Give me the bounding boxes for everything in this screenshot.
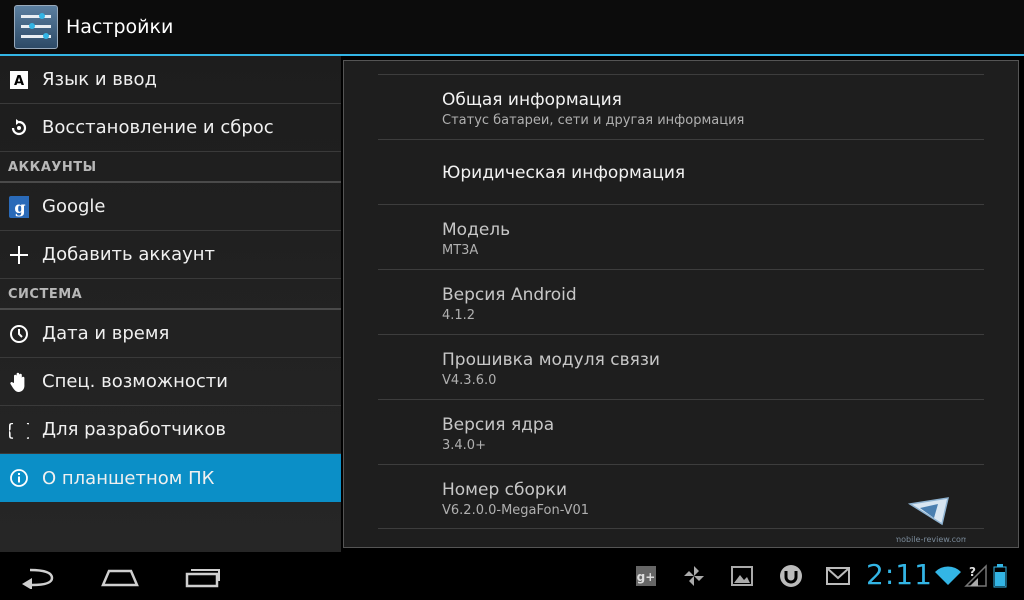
about-tablet-panel: Общая информация Статус батареи, сети и … <box>343 60 1019 548</box>
keyboard-a-icon: A <box>9 70 29 90</box>
svg-text:?: ? <box>969 565 976 579</box>
item-title: Модель <box>442 220 511 240</box>
recent-apps-icon[interactable] <box>172 560 228 594</box>
item-title: Общая информация <box>442 90 622 110</box>
google-plus-icon[interactable]: g+ <box>634 564 658 588</box>
settings-category-list: A Язык и ввод Восстановление и сброс АКК… <box>0 56 341 552</box>
sidebar-item-label: Язык и ввод <box>42 69 157 90</box>
back-icon[interactable] <box>12 560 68 594</box>
sidebar-item-backup-reset[interactable]: Восстановление и сброс <box>0 104 341 152</box>
action-bar: Настройки <box>0 0 1024 56</box>
section-header-system: СИСТЕМА <box>0 279 341 310</box>
status-info-item[interactable]: Общая информация Статус батареи, сети и … <box>378 74 984 139</box>
sidebar-item-accessibility[interactable]: Спец. возможности <box>0 358 341 406</box>
legal-info-item[interactable]: Юридическая информация <box>378 139 984 204</box>
item-summary: 3.4.0+ <box>442 438 486 453</box>
item-summary: 4.1.2 <box>442 308 476 323</box>
sidebar-item-label: Добавить аккаунт <box>42 244 216 265</box>
sidebar-item-developer-options[interactable]: { } Для разработчиков <box>0 406 341 454</box>
clock-icon <box>9 324 29 344</box>
gmail-icon[interactable] <box>826 564 850 588</box>
item-title: Версия ядра <box>442 415 555 435</box>
wifi-icon <box>934 564 962 588</box>
system-bar: g+ 2:11 ? <box>0 552 1024 600</box>
sidebar-item-label: Для разработчиков <box>42 419 227 440</box>
sidebar-item-label: Дата и время <box>42 323 170 344</box>
svg-text:g+: g+ <box>637 570 656 584</box>
svg-text:{ }: { } <box>9 421 29 441</box>
braces-icon: { } <box>9 420 29 441</box>
sidebar-item-label: О планшетном ПК <box>42 467 215 489</box>
item-summary: MT3A <box>442 243 479 258</box>
sidebar-item-add-account[interactable]: Добавить аккаунт <box>0 231 341 279</box>
android-version-item[interactable]: Версия Android 4.1.2 <box>378 269 984 334</box>
sidebar-item-label: Восстановление и сброс <box>42 117 274 138</box>
model-item: Модель MT3A <box>378 204 984 269</box>
sidebar-item-google[interactable]: g Google <box>0 183 341 231</box>
clock[interactable]: 2:11 <box>866 558 933 591</box>
item-title: Версия Android <box>442 285 577 305</box>
item-summary: V4.3.6.0 <box>442 373 497 388</box>
item-title: Юридическая информация <box>442 163 686 183</box>
svg-text:g: g <box>14 198 25 217</box>
item-summary: Статус батареи, сети и другая информация <box>442 113 745 128</box>
settings-sliders-icon[interactable] <box>14 5 58 49</box>
plus-icon <box>9 245 29 265</box>
baseband-version-item: Прошивка модуля связи V4.3.6.0 <box>378 334 984 399</box>
sidebar-item-date-time[interactable]: Дата и время <box>0 310 341 358</box>
watermark-logo: mobile-review.com <box>893 494 969 546</box>
kernel-version-item: Версия ядра 3.4.0+ <box>378 399 984 464</box>
sidebar-item-label: Спец. возможности <box>42 371 228 392</box>
hand-icon <box>9 372 29 392</box>
sidebar-item-label: Google <box>42 196 106 217</box>
sidebar-item-about-tablet[interactable]: О планшетном ПК <box>0 454 341 502</box>
info-icon <box>9 468 29 488</box>
gallery-icon[interactable] <box>730 564 754 588</box>
svg-text:A: A <box>14 74 24 89</box>
sidebar-item-language-input[interactable]: A Язык и ввод <box>0 56 341 104</box>
utorrent-icon[interactable] <box>778 564 802 588</box>
backup-restore-icon <box>9 118 29 138</box>
home-icon[interactable] <box>92 560 148 594</box>
build-number-item[interactable]: Номер сборки V6.2.0.0-MegaFon-V01 <box>378 464 984 529</box>
section-header-accounts: АККАУНТЫ <box>0 152 341 183</box>
page-title: Настройки <box>66 16 174 38</box>
cell-signal-icon: ? <box>962 564 988 588</box>
battery-icon <box>990 564 1010 588</box>
pinwheel-icon[interactable] <box>682 564 706 588</box>
watermark-text: mobile-review.com <box>896 535 966 544</box>
google-account-icon: g <box>9 195 29 218</box>
item-title: Прошивка модуля связи <box>442 350 660 370</box>
